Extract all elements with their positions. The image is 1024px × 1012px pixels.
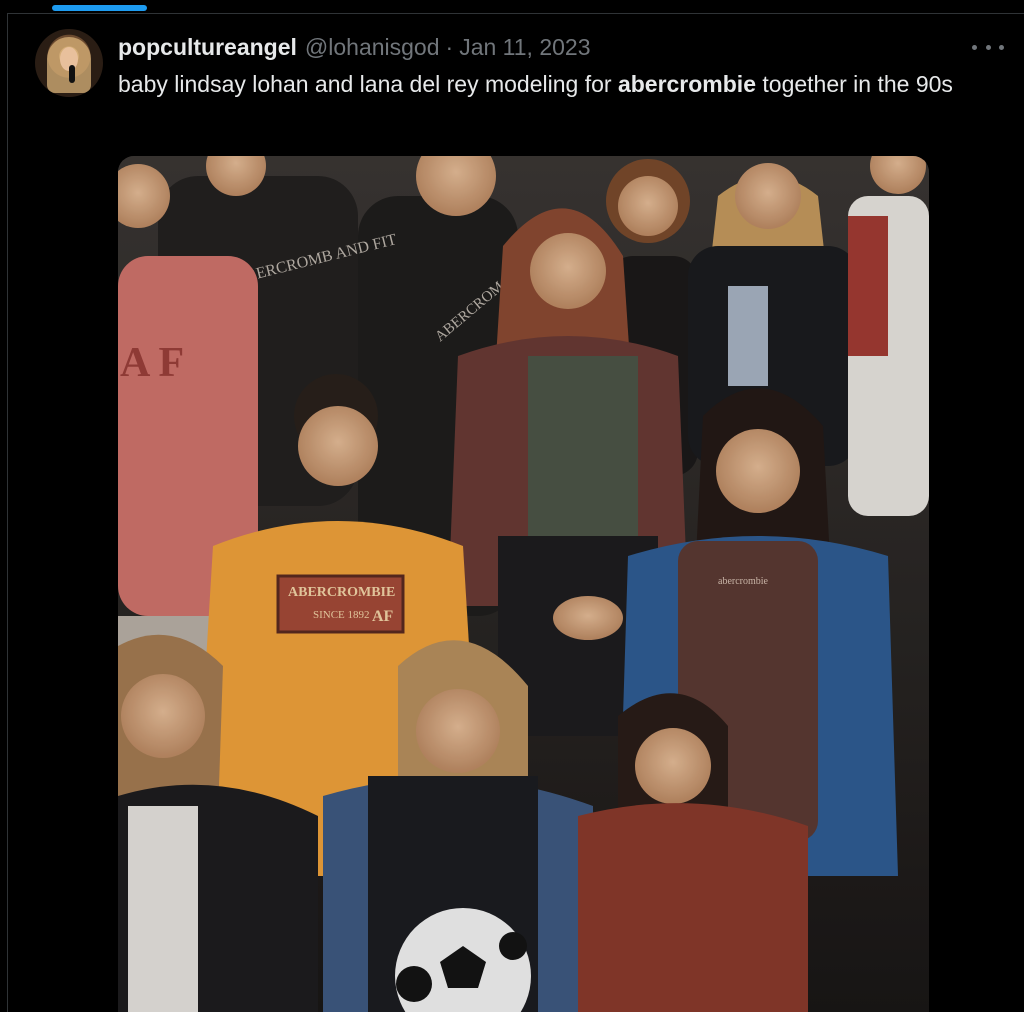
left-divider bbox=[7, 13, 8, 1012]
tweet-text: baby lindsay lohan and lana del rey mode… bbox=[118, 68, 998, 100]
display-name[interactable]: popcultureangel bbox=[118, 34, 297, 61]
dot bbox=[985, 44, 991, 50]
tweet-date[interactable]: Jan 11, 2023 bbox=[459, 34, 590, 61]
active-tab-indicator bbox=[52, 5, 147, 11]
user-handle[interactable]: @lohanisgod bbox=[305, 34, 440, 61]
tweet-text-bold: abercrombie bbox=[617, 71, 756, 97]
top-divider bbox=[8, 13, 1024, 14]
profile-avatar[interactable] bbox=[35, 29, 103, 97]
separator-dot: · bbox=[445, 33, 454, 60]
tweet-text-start: baby lindsay lohan and lana del rey mode… bbox=[118, 71, 618, 97]
tweet-header: popcultureangel @lohanisgod · Jan 11, 20… bbox=[118, 33, 590, 61]
dot bbox=[972, 44, 977, 50]
tweet-text-end: together in the 90s bbox=[756, 71, 953, 97]
dot bbox=[999, 44, 1004, 50]
more-horizontal-icon[interactable] bbox=[972, 36, 1004, 58]
tweet-media-image[interactable]: ABERCROMB AND FIT ABERCROM A F ABERCROMB… bbox=[118, 156, 929, 1012]
abercrombie-group-photo: ABERCROMB AND FIT ABERCROM A F ABERCROMB… bbox=[118, 156, 929, 1012]
microphone-icon bbox=[69, 65, 75, 83]
